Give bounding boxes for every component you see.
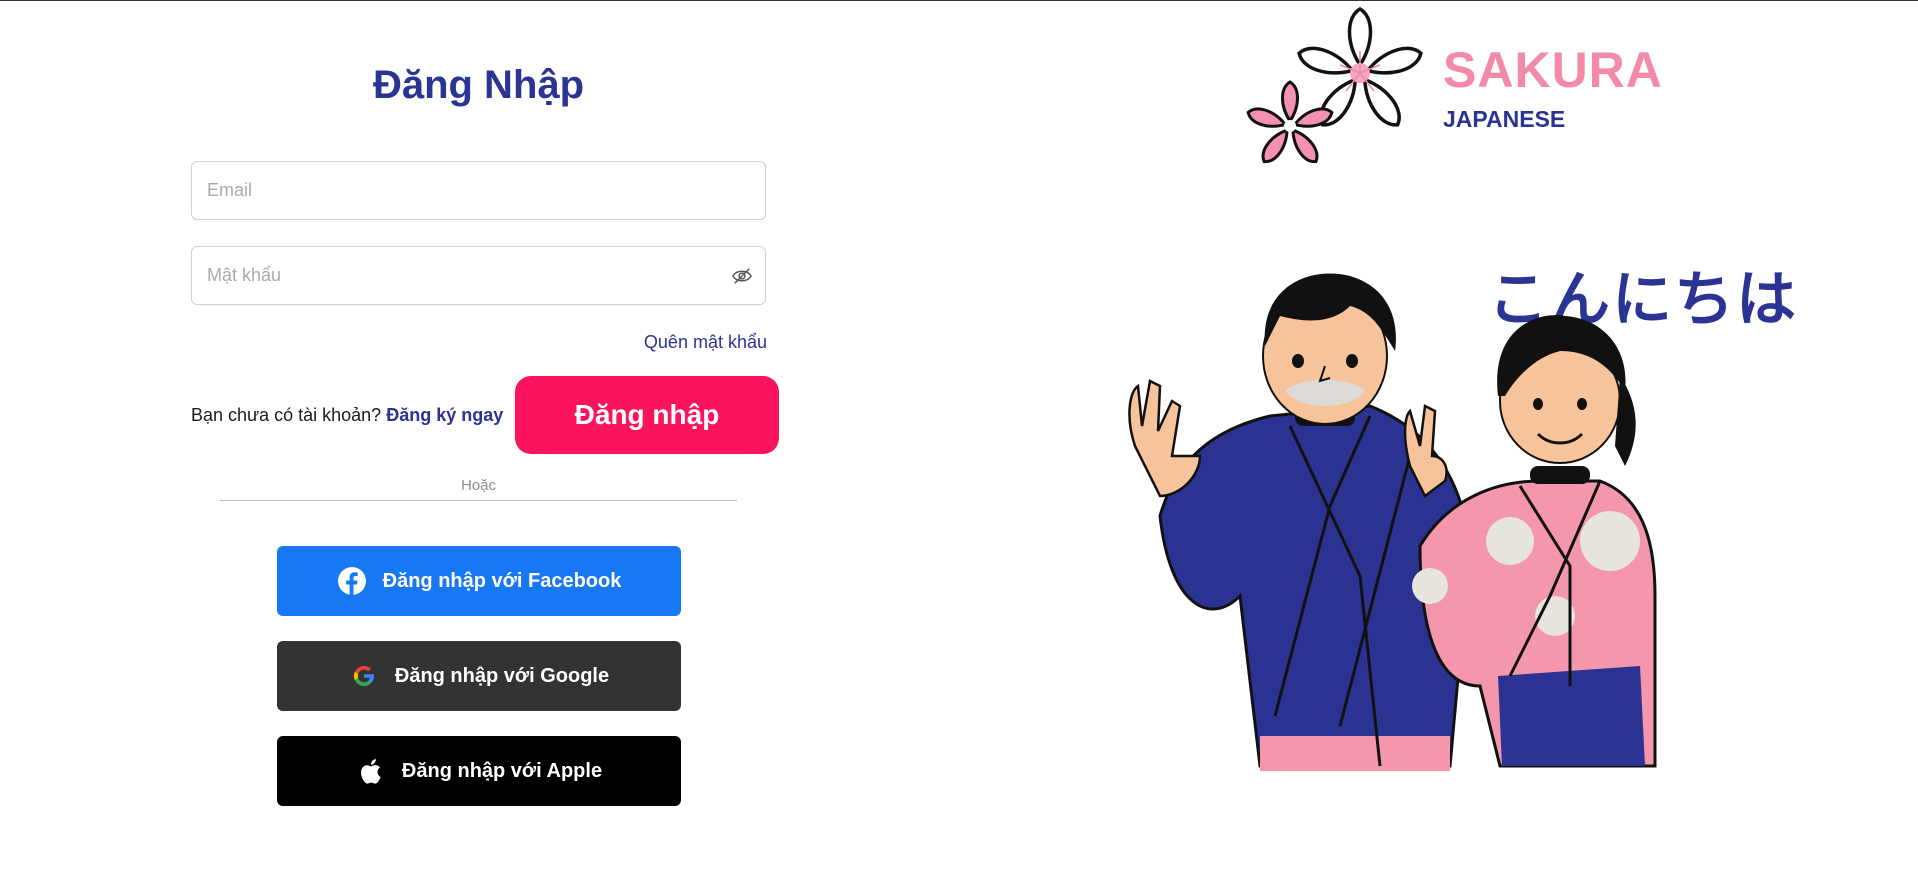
- login-button[interactable]: Đăng nhập: [515, 376, 779, 454]
- signup-link[interactable]: Đăng ký ngay: [386, 405, 503, 425]
- facebook-login-button[interactable]: Đăng nhập với Facebook: [277, 546, 681, 616]
- password-field[interactable]: [192, 247, 765, 304]
- signup-prompt: Bạn chưa có tài khoản? Đăng ký ngay: [191, 405, 503, 426]
- sakura-flower-logo: [1246, 6, 1423, 164]
- google-icon: [349, 661, 379, 691]
- forgot-password-link[interactable]: Quên mật khẩu: [644, 332, 767, 353]
- apple-login-label: Đăng nhập với Apple: [401, 759, 603, 782]
- brand-subtitle: JAPANESE: [1443, 106, 1566, 132]
- apple-login-button[interactable]: Đăng nhập với Apple: [277, 736, 681, 806]
- facebook-icon: [337, 566, 367, 596]
- or-divider-line: [220, 500, 737, 501]
- or-divider-label: Hoặc: [460, 477, 497, 494]
- man-figure: [1128, 273, 1472, 771]
- google-login-label: Đăng nhập với Google: [394, 664, 610, 687]
- facebook-login-label: Đăng nhập với Facebook: [382, 569, 622, 592]
- eye-slash-icon[interactable]: [731, 266, 753, 286]
- login-panel: Đăng Nhập Quên mật khẩu Bạn chưa có tài …: [0, 1, 960, 870]
- no-account-text: Bạn chưa có tài khoản?: [191, 405, 382, 425]
- kimono-couple-illustration: [1128, 273, 1657, 771]
- email-field[interactable]: [192, 162, 765, 219]
- google-login-button[interactable]: Đăng nhập với Google: [277, 641, 681, 711]
- password-field-wrapper: [191, 246, 766, 305]
- page-title: Đăng Nhập: [372, 63, 585, 107]
- email-field-wrapper: [191, 161, 766, 220]
- brand-name: SAKURA: [1443, 42, 1663, 98]
- apple-icon: [356, 756, 386, 786]
